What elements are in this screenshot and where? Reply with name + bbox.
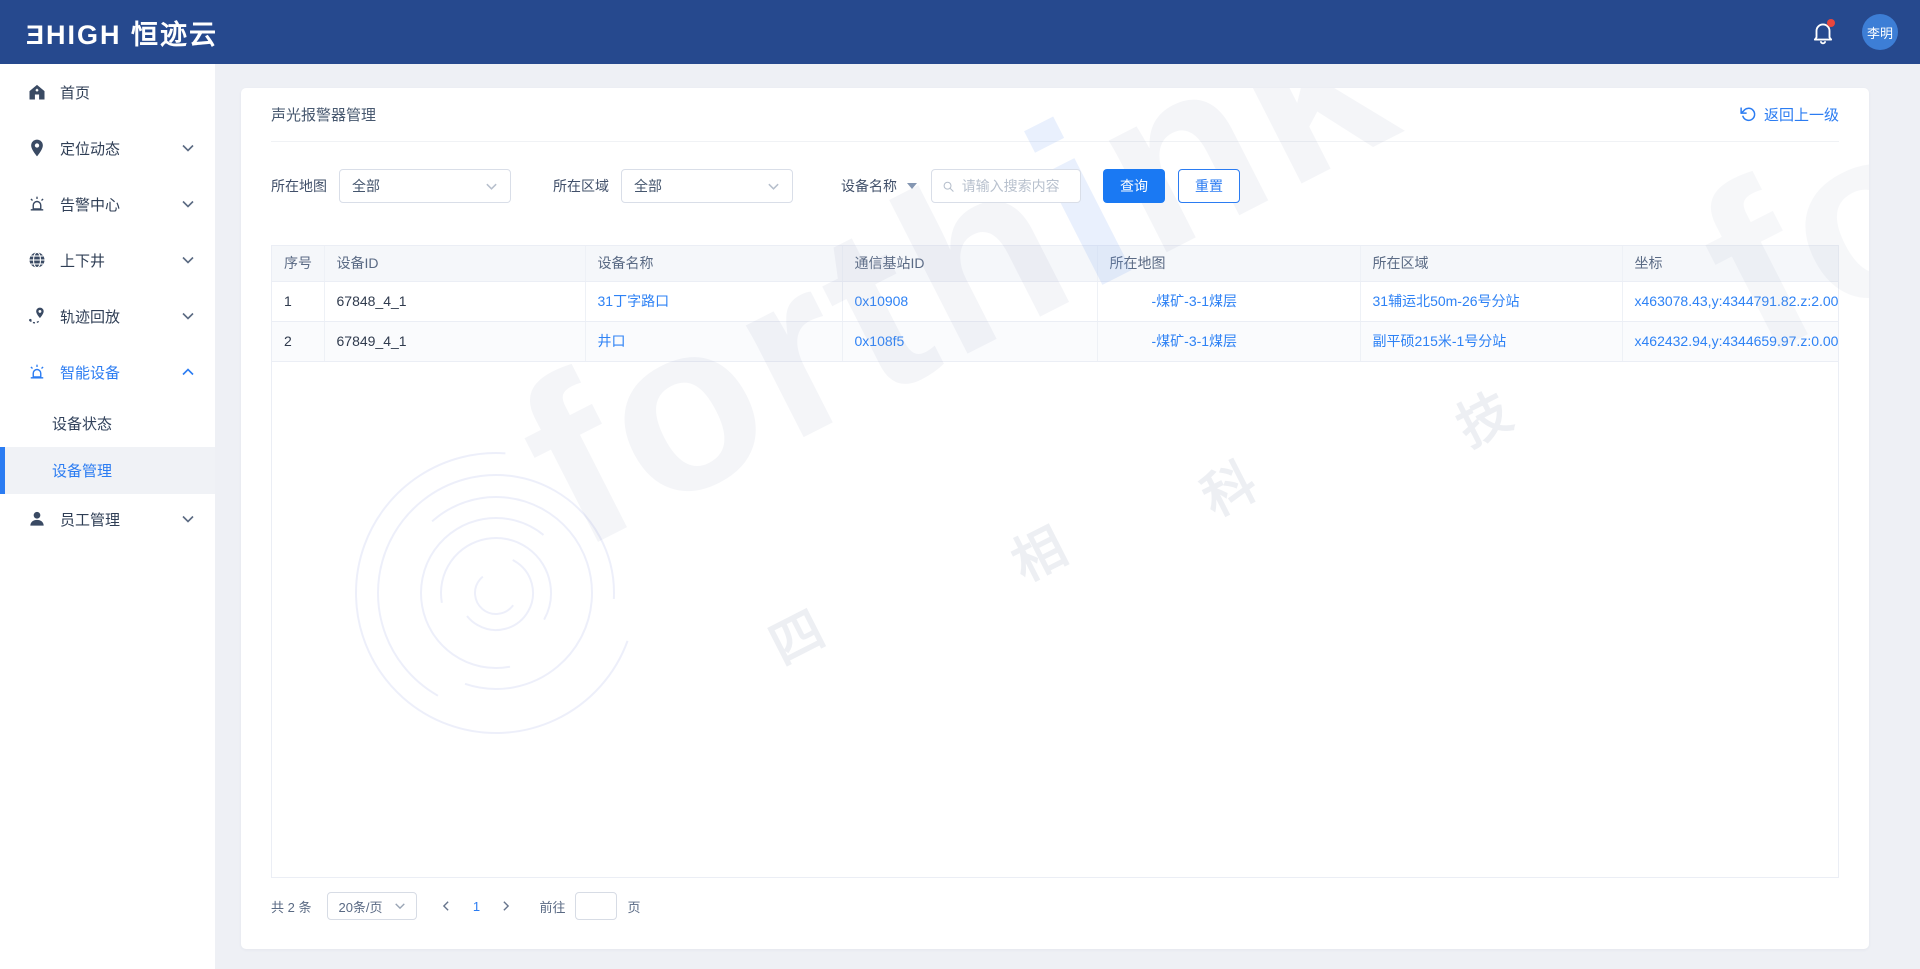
person-icon xyxy=(27,509,47,529)
search-box xyxy=(931,169,1081,203)
sidebar-item-label: 智能设备 xyxy=(60,362,120,383)
device-table-container: 序号 设备ID 设备名称 通信基站ID 所在地图 所在区域 坐标 1 67848… xyxy=(271,245,1839,878)
cell-base-station-link[interactable]: 0x10908 xyxy=(842,281,1097,321)
sidebar-item-label: 员工管理 xyxy=(60,509,120,530)
col-header-serial: 序号 xyxy=(272,246,324,281)
cell-coordinates-link[interactable]: x462432.94,y:4344659.97.z:0.00 xyxy=(1622,321,1838,361)
area-filter-select[interactable]: 全部 xyxy=(621,169,793,203)
pagination-total: 共 2 条 xyxy=(271,897,311,916)
table-row: 2 67849_4_1 井口 0x108f5 -煤矿-3-1煤层 副平硕215米… xyxy=(272,321,1838,361)
sidebar-item-location[interactable]: 定位动态 xyxy=(0,120,215,176)
prev-page-button[interactable] xyxy=(431,892,461,920)
table-header-row: 序号 设备ID 设备名称 通信基站ID 所在地图 所在区域 坐标 xyxy=(272,246,1838,281)
cell-device-name-link[interactable]: 井口 xyxy=(585,321,842,361)
rotate-ccw-icon xyxy=(1739,106,1756,123)
sidebar: 首页 定位动态 告警中心 上下井 xyxy=(0,64,215,969)
sidebar-item-mine-entry[interactable]: 上下井 xyxy=(0,232,215,288)
cell-base-station-link[interactable]: 0x108f5 xyxy=(842,321,1097,361)
chevron-right-icon xyxy=(500,900,512,912)
col-header-map: 所在地图 xyxy=(1097,246,1360,281)
page-size-value: 20条/页 xyxy=(338,897,382,916)
cell-map-link[interactable]: -煤矿-3-1煤层 xyxy=(1097,281,1360,321)
cell-area-link[interactable]: 31辅运北50m-26号分站 xyxy=(1360,281,1622,321)
sidebar-item-home[interactable]: 首页 xyxy=(0,64,215,120)
area-filter-label: 所在区域 xyxy=(553,176,609,196)
cell-serial: 2 xyxy=(272,321,324,361)
chevron-down-icon xyxy=(181,141,195,155)
home-icon xyxy=(27,82,47,102)
cell-map-link[interactable]: -煤矿-3-1煤层 xyxy=(1097,321,1360,361)
sidebar-item-smart-devices[interactable]: 智能设备 xyxy=(0,344,215,400)
page-number-1[interactable]: 1 xyxy=(461,899,491,914)
chevron-left-icon xyxy=(440,900,452,912)
cell-device-name-link[interactable]: 31丁字路口 xyxy=(585,281,842,321)
chevron-down-icon xyxy=(181,512,195,526)
cell-serial: 1 xyxy=(272,281,324,321)
sidebar-subitem-device-management[interactable]: 设备管理 xyxy=(0,447,215,494)
col-header-base-station: 通信基站ID xyxy=(842,246,1097,281)
goto-page-label: 前往 xyxy=(539,897,565,916)
device-table: 序号 设备ID 设备名称 通信基站ID 所在地图 所在区域 坐标 1 67848… xyxy=(272,246,1838,362)
map-filter-value: 全部 xyxy=(352,176,380,196)
back-to-previous-link[interactable]: 返回上一级 xyxy=(1739,104,1839,125)
sidebar-item-label: 上下井 xyxy=(60,250,105,271)
back-link-label: 返回上一级 xyxy=(1764,104,1839,125)
caret-down-icon[interactable] xyxy=(907,183,917,189)
sidebar-subitem-label: 设备状态 xyxy=(52,413,112,434)
next-page-button[interactable] xyxy=(491,892,521,920)
chevron-down-icon xyxy=(767,180,780,193)
notification-bell-button[interactable] xyxy=(1810,19,1836,45)
sidebar-item-label: 首页 xyxy=(60,82,90,103)
chevron-down-icon xyxy=(181,197,195,211)
location-pin-icon xyxy=(27,138,47,158)
sidebar-subitem-device-status[interactable]: 设备状态 xyxy=(0,400,215,447)
table-row: 1 67848_4_1 31丁字路口 0x10908 -煤矿-3-1煤层 31辅… xyxy=(272,281,1838,321)
page-title: 声光报警器管理 xyxy=(271,104,376,125)
col-header-coordinates: 坐标 xyxy=(1622,246,1838,281)
sidebar-item-track-playback[interactable]: 轨迹回放 xyxy=(0,288,215,344)
reset-button[interactable]: 重置 xyxy=(1178,169,1240,203)
sidebar-subitem-label: 设备管理 xyxy=(52,460,112,481)
user-avatar[interactable]: 李明 xyxy=(1862,14,1898,50)
main-content-card: forthink forthink 技 科 相 四 声光报警器管理 返回上一级 … xyxy=(241,88,1869,949)
chevron-down-icon xyxy=(485,180,498,193)
chevron-down-icon xyxy=(394,900,406,912)
topbar: ƎHIGH 恒迹云 李明 xyxy=(0,0,1920,64)
sidebar-item-label: 告警中心 xyxy=(60,194,120,215)
siren-icon xyxy=(27,194,47,214)
area-filter-value: 全部 xyxy=(634,176,662,196)
sidebar-item-label: 定位动态 xyxy=(60,138,120,159)
card-header: 声光报警器管理 返回上一级 xyxy=(271,88,1839,142)
search-input[interactable] xyxy=(962,178,1070,194)
cell-area-link[interactable]: 副平硕215米-1号分站 xyxy=(1360,321,1622,361)
sidebar-item-alarm-center[interactable]: 告警中心 xyxy=(0,176,215,232)
chevron-up-icon xyxy=(181,365,195,379)
page-unit-label: 页 xyxy=(627,897,640,916)
chevron-down-icon xyxy=(181,253,195,267)
notification-dot xyxy=(1827,19,1835,27)
cell-device-id: 67848_4_1 xyxy=(324,281,585,321)
col-header-device-name: 设备名称 xyxy=(585,246,842,281)
col-header-area: 所在区域 xyxy=(1360,246,1622,281)
map-filter-select[interactable]: 全部 xyxy=(339,169,511,203)
sidebar-item-label: 轨迹回放 xyxy=(60,306,120,327)
cell-coordinates-link[interactable]: x463078.43,y:4344791.82.z:2.00 xyxy=(1622,281,1838,321)
col-header-device-id: 设备ID xyxy=(324,246,585,281)
page-size-select[interactable]: 20条/页 xyxy=(327,892,417,920)
app-logo: ƎHIGH 恒迹云 xyxy=(26,13,218,52)
filter-bar: 所在地图 全部 所在区域 全部 设备名称 查询 重置 xyxy=(271,169,1839,203)
map-filter-label: 所在地图 xyxy=(271,176,327,196)
goto-page-input[interactable] xyxy=(575,892,617,920)
query-button[interactable]: 查询 xyxy=(1103,169,1165,203)
chevron-down-icon xyxy=(181,309,195,323)
cell-device-id: 67849_4_1 xyxy=(324,321,585,361)
siren-icon xyxy=(27,362,47,382)
search-icon xyxy=(942,179,955,194)
globe-grid-icon xyxy=(27,250,47,270)
track-playback-icon xyxy=(27,306,47,326)
pagination-bar: 共 2 条 20条/页 1 前往 页 xyxy=(271,892,1839,920)
sidebar-item-staff-management[interactable]: 员工管理 xyxy=(0,494,215,544)
device-name-filter-label: 设备名称 xyxy=(841,176,897,196)
